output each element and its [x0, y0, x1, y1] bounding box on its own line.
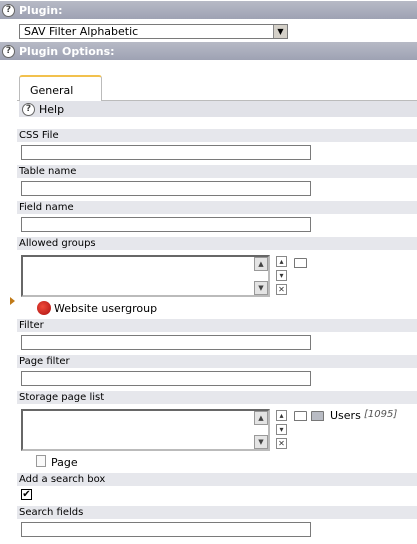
field-name-label: Field name	[17, 201, 417, 214]
chevron-down-icon[interactable]: ▾	[276, 270, 287, 281]
plugin-select[interactable]: SAV Filter Alphabetic ▼	[19, 24, 288, 39]
plugin-select-value: SAV Filter Alphabetic	[24, 25, 139, 38]
storage-page-item[interactable]: Page	[51, 456, 78, 469]
filter-input[interactable]	[21, 335, 311, 350]
close-icon[interactable]: ✕	[276, 284, 287, 295]
folder-icon[interactable]	[294, 258, 307, 268]
folder-icon[interactable]	[294, 411, 307, 421]
chevron-up-icon[interactable]: ▴	[276, 410, 287, 421]
allowed-groups-label: Allowed groups	[17, 237, 417, 250]
plugin-options-label: Plugin Options:	[19, 44, 115, 58]
css-file-input[interactable]	[21, 145, 311, 160]
table-name-label: Table name	[17, 165, 417, 178]
page-filter-input[interactable]	[21, 371, 311, 386]
chevron-down-icon[interactable]: ▾	[276, 424, 287, 435]
arrow-up-icon[interactable]: ▲	[254, 257, 268, 271]
plugin-options-header: ? Plugin Options:	[0, 42, 417, 60]
folder-icon	[311, 411, 324, 421]
css-file-label: CSS File	[17, 129, 417, 142]
close-icon[interactable]: ✕	[276, 438, 287, 449]
filter-label: Filter	[17, 319, 417, 332]
help-icon[interactable]: ?	[2, 3, 15, 17]
storage-page-list[interactable]: ▲ ▼	[21, 409, 270, 451]
triangle-right-icon	[10, 297, 15, 305]
add-search-box-checkbox[interactable]: ✔	[21, 489, 32, 500]
arrow-down-icon[interactable]: ▼	[254, 435, 268, 449]
arrow-down-icon[interactable]: ▼	[254, 281, 268, 295]
plugin-header-label: Plugin:	[19, 3, 63, 17]
help-link[interactable]: Help	[39, 103, 64, 116]
tab-general[interactable]: General	[19, 75, 102, 101]
storage-folder-id: [1095]	[364, 409, 398, 420]
help-icon[interactable]: ?	[2, 44, 15, 58]
chevron-up-icon[interactable]: ▴	[276, 256, 287, 267]
tab-general-label: General	[30, 84, 74, 97]
page-filter-label: Page filter	[17, 355, 417, 368]
search-fields-label: Search fields	[17, 506, 417, 519]
page-icon	[36, 455, 46, 467]
allowed-group-item[interactable]: Website usergroup	[54, 302, 157, 315]
usergroup-icon	[37, 301, 51, 315]
storage-folder-name[interactable]: Users	[330, 409, 361, 422]
search-fields-input[interactable]	[21, 522, 311, 537]
storage-page-list-label: Storage page list	[17, 391, 417, 404]
plugin-header: ? Plugin:	[0, 1, 417, 19]
add-search-box-label: Add a search box	[17, 473, 417, 486]
allowed-groups-list[interactable]: ▲ ▼	[21, 255, 270, 297]
table-name-input[interactable]	[21, 181, 311, 196]
field-name-input[interactable]	[21, 217, 311, 232]
arrow-up-icon[interactable]: ▲	[254, 411, 268, 425]
help-bar: ? Help	[19, 101, 417, 117]
chevron-down-icon[interactable]: ▼	[273, 25, 287, 38]
question-icon[interactable]: ?	[22, 102, 35, 116]
